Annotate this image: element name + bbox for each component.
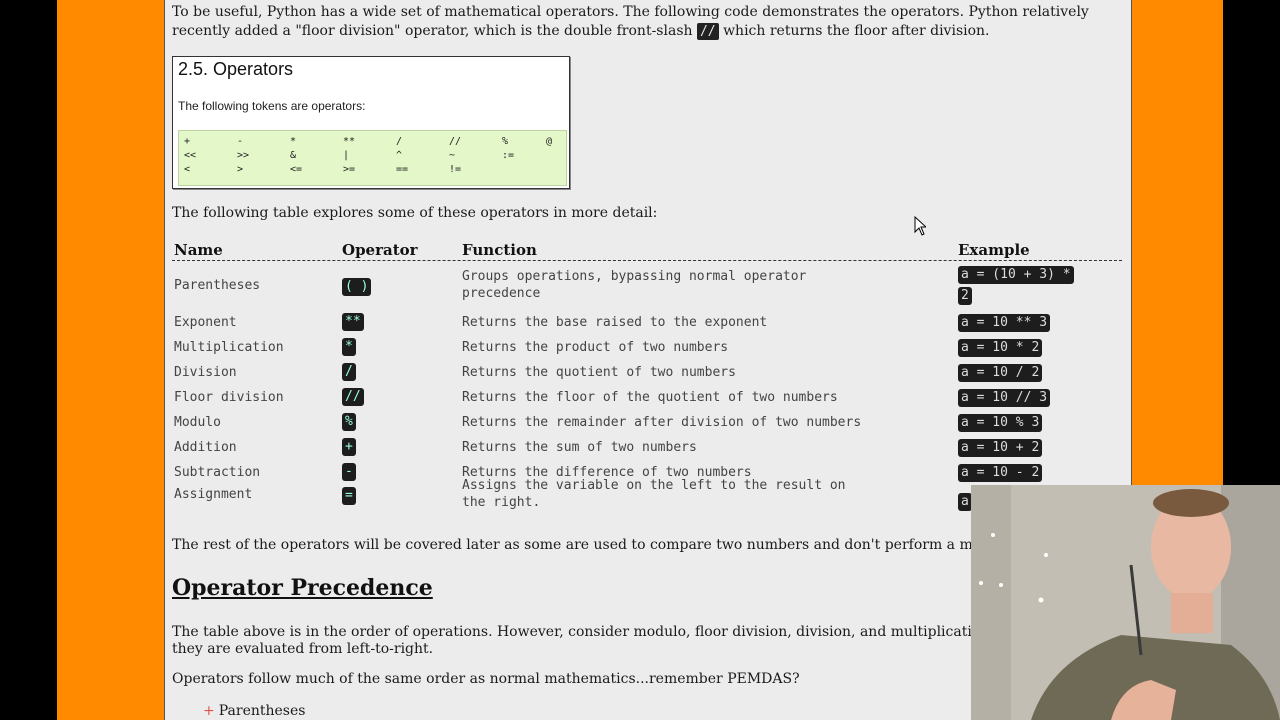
- example-code: a = 10 * 2: [958, 339, 1043, 357]
- row-name: Modulo: [174, 415, 221, 430]
- row-name: Exponent: [174, 315, 237, 330]
- example-code: a = 10 + 2: [958, 439, 1043, 457]
- operator-token: ~: [449, 150, 456, 161]
- row-function: Returns the product of two numbers: [462, 340, 729, 355]
- operator-chip: **: [342, 313, 364, 331]
- row-function: Returns the floor of the quotient of two…: [462, 390, 838, 405]
- example-code: a = 10 / 2: [958, 364, 1043, 382]
- operator-token: +: [184, 136, 191, 147]
- operator-chip: *: [342, 338, 356, 356]
- intro-text-end: which returns the floor after division.: [718, 23, 990, 39]
- operator-token: -: [237, 136, 244, 147]
- header-divider: [172, 260, 1122, 261]
- operator-token: >: [237, 164, 244, 175]
- section-heading: Operator Precedence: [172, 575, 433, 601]
- table-lead: The following table explores some of the…: [172, 205, 658, 221]
- list-item: + Parentheses: [203, 703, 305, 719]
- example-code: a = 10 ** 3: [958, 314, 1051, 332]
- row-name: Multiplication: [174, 340, 284, 355]
- row-name: Division: [174, 365, 237, 380]
- operator-token: &: [290, 150, 297, 161]
- example-code: a = 10 - 2: [958, 464, 1043, 482]
- webcam-overlay: [971, 485, 1280, 720]
- example-code-cont: 2: [958, 287, 972, 305]
- operator-chip: +: [342, 438, 356, 456]
- row-function: Returns the remainder after division of …: [462, 415, 862, 430]
- rest-paragraph: The rest of the operators will be covere…: [172, 537, 1069, 553]
- operator-token: //: [449, 136, 462, 147]
- example-code: a = 10 // 3: [958, 389, 1051, 407]
- list-item-label: Parentheses: [218, 703, 306, 719]
- operator-token: !=: [449, 164, 462, 175]
- precedence-line-2: they are evaluated from left-to-right.: [172, 641, 434, 657]
- operator-token: @: [546, 136, 553, 147]
- operator-chip: %: [342, 413, 356, 431]
- intro-paragraph: To be useful, Python has a wide set of m…: [172, 3, 1112, 41]
- operator-chip: ( ): [342, 278, 372, 296]
- tokens-block: + - * ** ///% @ << >> & | ^ ~:= < > <= >= == !=: [178, 130, 567, 186]
- row-function: Returns the base raised to the exponent: [462, 315, 768, 330]
- header-operator: Operator: [342, 241, 418, 259]
- precedence-line-1: The table above is in the order of opera…: [172, 624, 1057, 640]
- docs-subtitle: The following tokens are operators:: [178, 99, 366, 113]
- operator-token: ^: [396, 150, 403, 161]
- header-function: Function: [462, 241, 537, 259]
- operator-token: /: [396, 136, 403, 147]
- plus-bullet-icon: +: [203, 703, 215, 719]
- docs-title: 2.5. Operators: [178, 59, 294, 79]
- operator-chip: -: [342, 463, 356, 481]
- operator-chip: /: [342, 363, 356, 381]
- operator-token: |: [343, 150, 350, 161]
- example-code: a: [958, 493, 972, 511]
- operator-token: :=: [502, 150, 515, 161]
- operator-token: %: [502, 136, 509, 147]
- row-name: Addition: [174, 440, 237, 455]
- row-function: Groups operations, bypassing normal oper…: [462, 269, 807, 284]
- header-example: Example: [958, 241, 1030, 259]
- mouse-cursor-icon: [914, 216, 926, 236]
- operator-chip: =: [342, 487, 356, 505]
- pemdas-paragraph: Operators follow much of the same order …: [172, 671, 800, 687]
- docs-screenshot: 2.5. Operators The following tokens are …: [172, 56, 570, 189]
- operator-chip: //: [342, 388, 364, 406]
- operator-token: <=: [290, 164, 303, 175]
- example-code: a = (10 + 3) *: [958, 266, 1074, 284]
- row-name: Subtraction: [174, 465, 261, 480]
- row-function-cont: the right.: [462, 495, 541, 510]
- operator-token: <<: [184, 150, 197, 161]
- operator-token: **: [343, 136, 356, 147]
- inline-code: //: [696, 23, 719, 40]
- row-function: Returns the quotient of two numbers: [462, 365, 736, 380]
- row-name: Parentheses: [174, 278, 261, 293]
- token-row: < > <= >= == !=: [179, 164, 566, 178]
- token-row: << >> & | ^ ~ :=: [179, 150, 566, 164]
- operator-token: *: [290, 136, 297, 147]
- operator-token: <: [184, 164, 191, 175]
- operator-token: >=: [343, 164, 356, 175]
- precedence-paragraph: The table above is in the order of opera…: [172, 624, 1057, 658]
- row-function: Returns the sum of two numbers: [462, 440, 697, 455]
- row-name: Assignment: [174, 487, 253, 502]
- row-function: Assigns the variable on the left to the …: [462, 478, 846, 493]
- row-function-cont: precedence: [462, 286, 541, 301]
- header-name: Name: [174, 241, 223, 259]
- example-code: a = 10 % 3: [958, 414, 1043, 432]
- presenter-video: [971, 485, 1280, 720]
- operator-token: ==: [396, 164, 409, 175]
- operator-token: >>: [237, 150, 250, 161]
- background-left: [57, 0, 164, 720]
- token-row: + - * ** ///% @: [179, 136, 566, 150]
- row-name: Floor division: [174, 390, 284, 405]
